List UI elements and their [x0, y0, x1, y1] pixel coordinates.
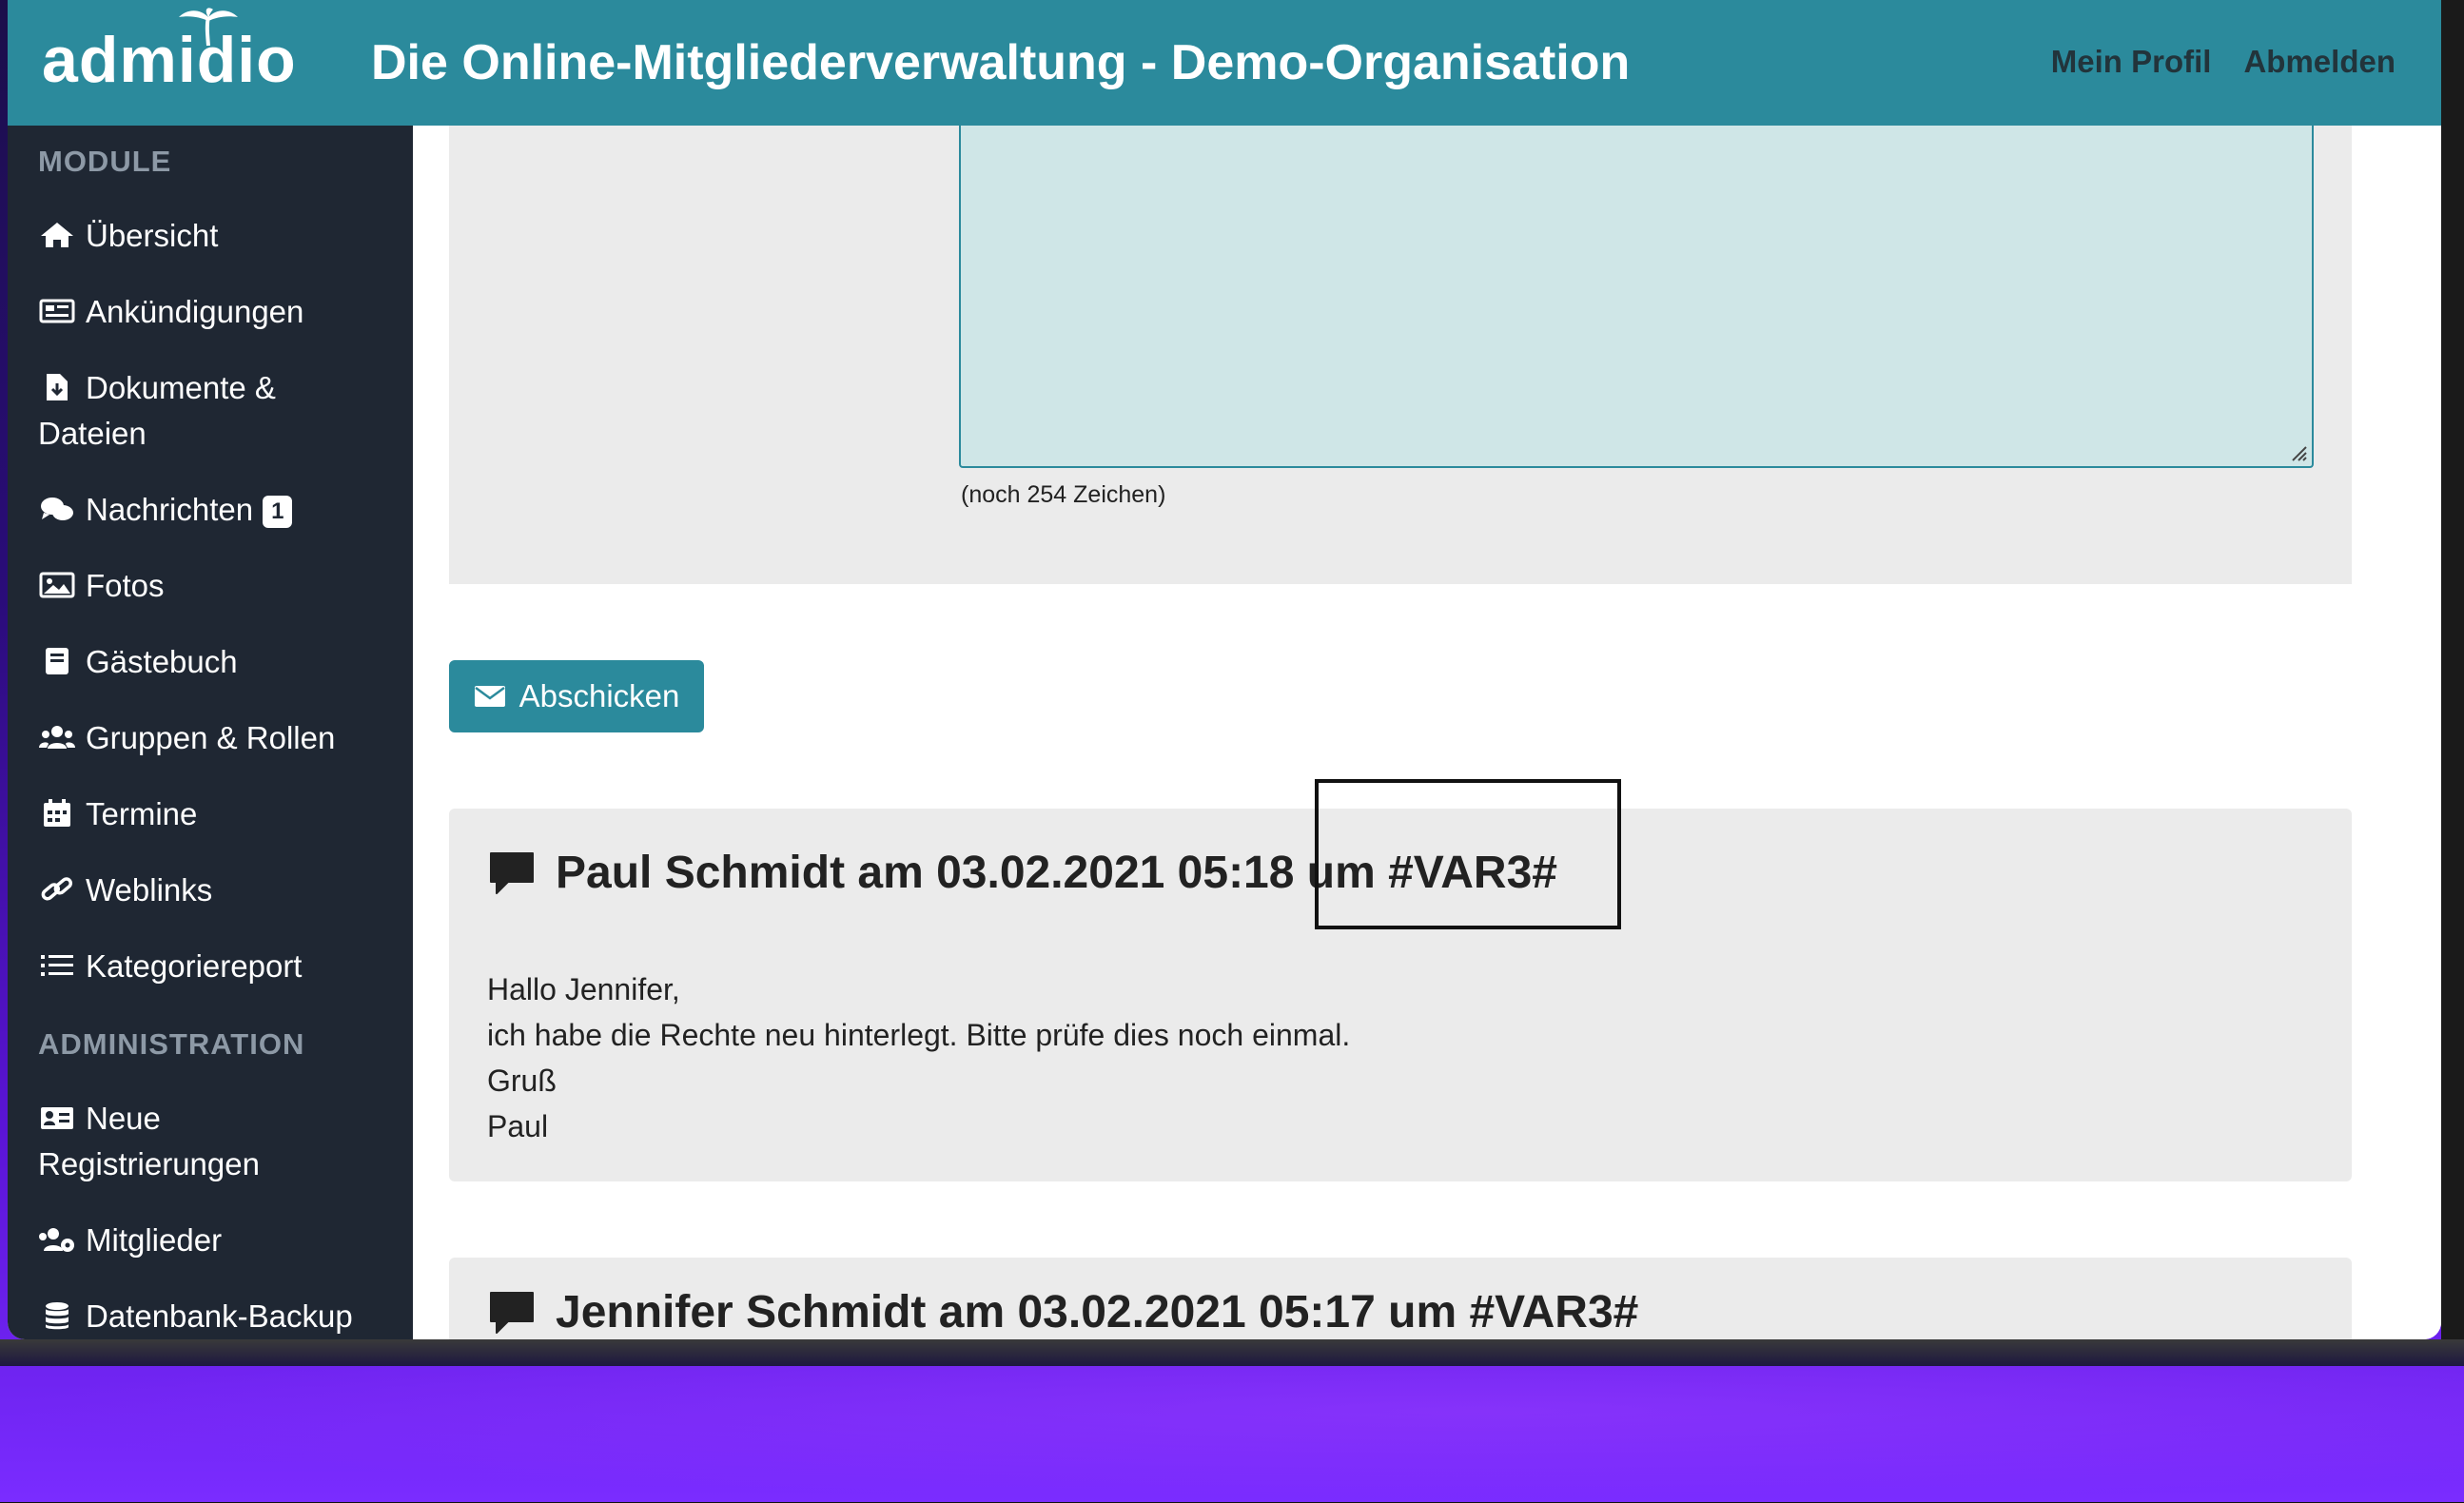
app-header: admidio Die Online-Mitgliederverwaltung … — [8, 0, 2441, 126]
sidebar-item-weblinks[interactable]: Weblinks — [38, 868, 400, 913]
window-edge — [2441, 0, 2464, 1351]
char-count: (noch 254 Zeichen) — [961, 481, 1166, 508]
header-nav: Mein Profil Abmelden — [2051, 44, 2396, 80]
list-icon — [41, 955, 73, 976]
database-icon — [46, 1302, 68, 1330]
sidebar-item-groups-roles[interactable]: Gruppen & Rollen — [38, 715, 400, 761]
logout-link[interactable]: Abmelden — [2243, 44, 2396, 80]
main-content: (noch 254 Zeichen) Abschicken Paul Schmi… — [413, 126, 2441, 1339]
message-textarea[interactable] — [959, 126, 2314, 468]
send-button[interactable]: Abschicken — [449, 660, 704, 732]
file-download-icon — [47, 374, 68, 400]
message-title: Paul Schmidt am 03.02.2021 05:18 um #VAR… — [487, 847, 1557, 899]
sidebar-section-admin: ADMINISTRATION — [38, 1027, 305, 1061]
envelope-icon — [474, 686, 505, 707]
sidebar-item-overview[interactable]: Übersicht — [38, 213, 400, 259]
id-card-icon — [41, 1107, 73, 1129]
sidebar-item-database-backup[interactable]: Datenbank-Backup — [38, 1294, 400, 1339]
link-icon — [41, 877, 73, 901]
book-icon — [46, 648, 68, 674]
calendar-icon — [44, 799, 70, 827]
newspaper-icon — [39, 299, 75, 323]
sidebar-item-photos[interactable]: Fotos — [38, 563, 400, 609]
message-line: ich habe die Rechte neu hinterlegt. Bitt… — [487, 1018, 1351, 1052]
sidebar-item-guestbook[interactable]: Gästebuch — [38, 639, 400, 685]
message-body: Hallo Jennifer, ich habe die Rechte neu … — [487, 966, 1350, 1149]
message-line: Hallo Jennifer, — [487, 972, 680, 1006]
resize-grip-icon[interactable] — [2285, 439, 2308, 462]
sidebar-item-members[interactable]: Mitglieder — [38, 1218, 400, 1263]
sidebar-item-announcements[interactable]: Ankündigungen — [38, 289, 400, 335]
os-taskbar-strip — [0, 1339, 2464, 1366]
comment-icon — [490, 1291, 534, 1334]
site-title: Die Online-Mitgliederverwaltung - Demo-O… — [371, 35, 1631, 90]
message-title: Jennifer Schmidt am 03.02.2021 05:17 um … — [487, 1286, 1638, 1338]
comment-icon — [490, 851, 534, 894]
message-form-panel: (noch 254 Zeichen) — [449, 126, 2352, 584]
users-icon — [39, 726, 75, 749]
messages-count-badge: 1 — [263, 496, 293, 528]
sidebar-section-module: MODULE — [38, 145, 172, 178]
browser-window: admidio Die Online-Mitgliederverwaltung … — [8, 0, 2441, 1339]
message-title-text: Paul Schmidt am 03.02.2021 05:18 um #VAR… — [556, 848, 1557, 898]
home-icon — [41, 223, 73, 247]
sidebar: MODULE Übersicht Ankündigungen Dokumente… — [8, 126, 413, 1339]
logo-text: admidio — [42, 24, 297, 96]
message-card: Paul Schmidt am 03.02.2021 05:18 um #VAR… — [449, 809, 2352, 1181]
sidebar-item-messages[interactable]: Nachrichten 1 — [38, 487, 400, 533]
sidebar-item-documents[interactable]: Dokumente & Dateien — [38, 365, 400, 457]
my-profile-link[interactable]: Mein Profil — [2051, 44, 2212, 80]
image-icon — [39, 572, 75, 598]
message-title-text: Jennifer Schmidt am 03.02.2021 05:17 um … — [556, 1287, 1639, 1337]
sidebar-item-new-registrations[interactable]: Neue Registrierungen — [38, 1096, 400, 1187]
comments-icon — [41, 498, 73, 520]
message-card: Jennifer Schmidt am 03.02.2021 05:17 um … — [449, 1258, 2352, 1339]
sidebar-item-events[interactable]: Termine — [38, 791, 400, 837]
sidebar-item-category-report[interactable]: Kategoriereport — [38, 944, 400, 989]
message-line: Paul — [487, 1109, 549, 1143]
users-cog-icon — [39, 1228, 74, 1252]
message-line: Gruß — [487, 1064, 557, 1098]
send-button-label: Abschicken — [518, 678, 680, 713]
